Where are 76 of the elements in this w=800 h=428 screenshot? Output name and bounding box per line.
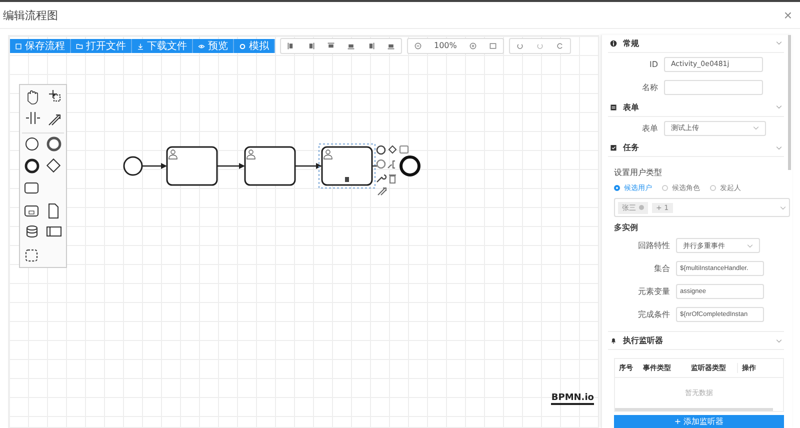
field-label: 表单 [641, 122, 658, 134]
start-event-icon[interactable] [26, 138, 38, 150]
checklist-icon [610, 144, 617, 152]
field-label: 设置用户类型 [614, 167, 663, 178]
lasso-tool-icon[interactable] [48, 90, 60, 102]
list-icon [610, 104, 617, 111]
task-icon[interactable] [24, 182, 38, 194]
align-icon [347, 42, 355, 50]
zoom-level: 100% [433, 40, 458, 52]
download-icon [137, 42, 144, 50]
section-title: 常规 [623, 38, 640, 49]
subsection-title: 多实例 [614, 222, 639, 234]
zoom-out-icon [414, 42, 422, 50]
append-event-icon[interactable] [376, 145, 386, 155]
section-title: 表单 [623, 102, 640, 113]
hand-tool-icon[interactable] [28, 90, 38, 104]
align-icon [367, 42, 375, 50]
chevron-down-icon [753, 126, 759, 130]
align-icon [327, 42, 335, 50]
field-label: 完成条件 [637, 309, 670, 320]
group-icon[interactable] [26, 250, 38, 262]
sequence-flow [142, 163, 167, 169]
connect-tool-icon[interactable] [48, 114, 60, 126]
folder-icon [76, 42, 83, 50]
append-gateway-icon[interactable] [388, 145, 397, 154]
bell-icon [610, 337, 617, 344]
sequence-flow [217, 163, 245, 169]
section-header[interactable]: 常规 [608, 35, 784, 53]
trash-icon[interactable] [388, 174, 396, 184]
eye-icon [198, 42, 205, 50]
chevron-down-icon [776, 146, 782, 150]
undo-icon [516, 42, 524, 50]
section-header[interactable]: 表单 [608, 98, 784, 116]
text-field[interactable] [664, 80, 763, 95]
window-title: 编辑流程图 [3, 8, 58, 22]
chevron-down-icon [780, 206, 786, 210]
intermediate-event-icon[interactable] [46, 136, 62, 152]
user-task [166, 146, 218, 186]
pool-icon[interactable] [46, 226, 62, 236]
align-icon [387, 42, 395, 50]
field-label: 回路特性 [637, 240, 670, 252]
wrench-icon[interactable] [376, 174, 387, 183]
bpmn-logo[interactable]: BPMN.io [551, 393, 594, 405]
close-button[interactable]: × [782, 8, 794, 22]
field-label: 集合 [653, 263, 670, 274]
align-icon [307, 42, 315, 50]
data-store-icon[interactable] [26, 226, 38, 238]
chevron-down-icon [776, 338, 782, 343]
fit-icon [488, 42, 497, 50]
start-event [123, 156, 143, 176]
field-label: 名称 [641, 82, 658, 93]
section-title: 执行监听器 [623, 335, 664, 346]
chevron-down-icon [776, 41, 782, 46]
align-icon [287, 42, 295, 50]
connect-icon[interactable] [378, 188, 386, 196]
section-header[interactable]: 任务 [608, 140, 784, 158]
field-label: 元素变量 [637, 286, 670, 298]
section-header[interactable]: 执行监听器 [608, 332, 784, 350]
scrollbar[interactable] [788, 35, 791, 170]
info-icon [610, 40, 617, 47]
field-label: ID [648, 60, 658, 69]
sequence-flow [295, 163, 322, 169]
append-intermediate-icon[interactable] [376, 159, 386, 169]
user-task [244, 146, 296, 186]
section-title: 任务 [623, 142, 640, 154]
subprocess-icon[interactable] [24, 206, 38, 216]
end-event [400, 156, 420, 176]
data-object-icon[interactable] [48, 204, 58, 218]
scrollbar[interactable] [615, 408, 773, 411]
redo-icon [536, 42, 544, 50]
refresh-icon [556, 42, 564, 50]
end-event-icon[interactable] [24, 158, 40, 174]
chevron-down-icon [776, 105, 782, 110]
zoom-in-icon [468, 42, 477, 50]
space-tool-icon[interactable] [26, 112, 40, 124]
chevron-down-icon [747, 244, 753, 248]
